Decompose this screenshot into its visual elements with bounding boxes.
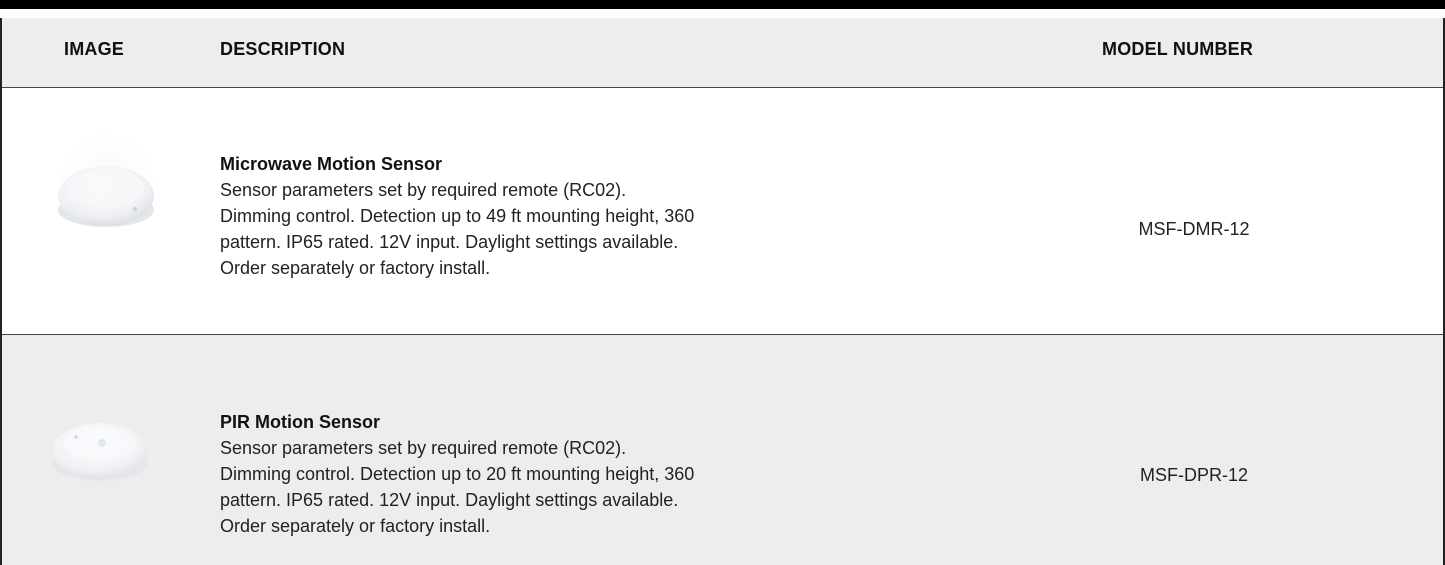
model-number: MSF-DPR-12 <box>1139 465 1248 485</box>
description-line: Order separately or factory install. <box>220 516 491 536</box>
product-title: Microwave Motion Sensor <box>220 154 443 174</box>
table-row: Microwave Motion Sensor Sensor parameter… <box>2 88 1443 335</box>
microwave-sensor-image <box>32 118 172 248</box>
table-row: PIR Motion Sensor Sensor parameters set … <box>2 335 1443 565</box>
pir-sensor-image <box>32 385 172 515</box>
product-table: IMAGE DESCRIPTION MODEL NUMBER Microwave… <box>0 18 1445 565</box>
microwave-sensor-icon <box>50 122 166 244</box>
row-description: PIR Motion Sensor Sensor parameters set … <box>220 409 940 539</box>
pir-sensor-icon <box>52 423 148 481</box>
description-line: Order separately or factory install. <box>220 258 491 278</box>
product-title: PIR Motion Sensor <box>220 412 381 432</box>
description-line: Sensor parameters set by required remote… <box>220 438 627 458</box>
row-description: Microwave Motion Sensor Sensor parameter… <box>220 151 940 281</box>
product-table-page: IMAGE DESCRIPTION MODEL NUMBER Microwave… <box>0 0 1445 565</box>
model-number: MSF-DMR-12 <box>1138 219 1250 239</box>
description-line: Sensor parameters set by required remote… <box>220 180 627 200</box>
description-line: pattern. IP65 rated. 12V input. Daylight… <box>220 490 679 510</box>
description-line: Dimming control. Detection up to 49 ft m… <box>220 206 695 226</box>
header-image: IMAGE <box>64 39 125 59</box>
table-header: IMAGE DESCRIPTION MODEL NUMBER <box>2 18 1443 88</box>
header-model-number: MODEL NUMBER <box>1102 39 1254 59</box>
description-line: pattern. IP65 rated. 12V input. Daylight… <box>220 232 679 252</box>
description-line: Dimming control. Detection up to 20 ft m… <box>220 464 695 484</box>
header-description: DESCRIPTION <box>220 39 346 59</box>
